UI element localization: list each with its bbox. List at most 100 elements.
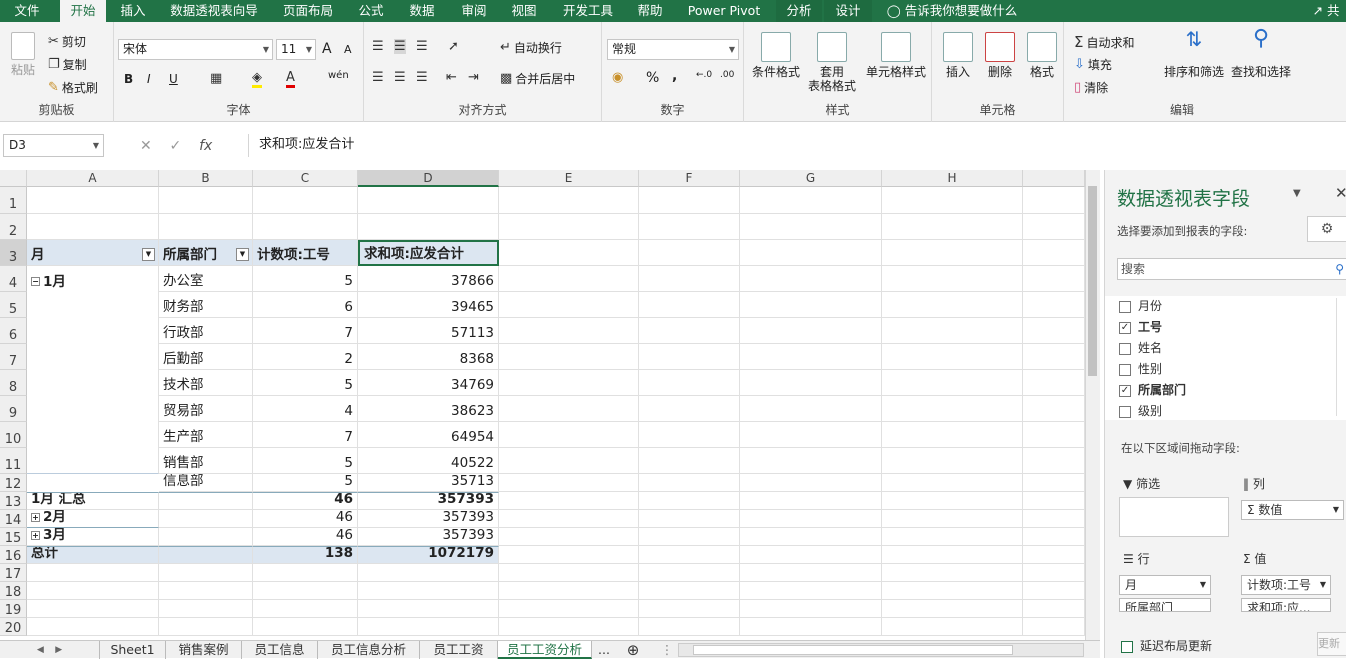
italic-button[interactable]: I [147,72,151,86]
cell[interactable] [882,582,1023,600]
cell[interactable] [499,448,639,474]
value-field-count[interactable]: 计数项:工号 ▼ [1241,575,1331,595]
tab-file[interactable]: 文件 [4,0,50,22]
tab-design[interactable]: 设计 [824,0,872,22]
accounting-button[interactable]: ◉ [612,70,623,85]
cell[interactable] [882,510,1023,528]
format-as-table-button[interactable]: 套用 表格格式 [804,32,860,93]
checkbox-icon[interactable] [1121,640,1133,653]
border-button[interactable]: ▦ [210,71,222,86]
pivot-header-month[interactable]: 月 ▼ [27,240,159,266]
cell[interactable] [740,510,882,528]
row-header[interactable]: 3 [0,240,27,266]
cell[interactable] [740,582,882,600]
split-handle[interactable]: ⋮ [660,641,674,659]
pivot-dept-name[interactable]: 销售部 [159,448,253,474]
cell[interactable] [639,618,740,636]
cell[interactable] [27,564,159,582]
pivot-dept-name[interactable]: 财务部 [159,292,253,318]
checkbox-icon[interactable] [1119,342,1131,355]
column-field-values[interactable]: Σ 数值 ▼ [1241,500,1344,520]
pivot-dept-name[interactable]: 信息部 [159,474,253,492]
cell[interactable] [499,292,639,318]
share-button[interactable]: ↗ 共 [1306,0,1346,22]
pivot-header-sum-selected[interactable]: 求和项:应发合计 [358,240,499,266]
checkbox-icon[interactable] [1119,300,1131,313]
cell[interactable] [499,214,639,240]
pivot-dept-name[interactable]: 生产部 [159,422,253,448]
cell[interactable] [253,564,358,582]
column-header[interactable] [1023,170,1085,187]
paste-button[interactable]: 粘贴 [6,32,40,77]
cell[interactable] [358,187,499,214]
tools-button[interactable]: ⚙ [1307,216,1346,242]
row-header[interactable]: 19 [0,600,27,618]
cell[interactable] [740,448,882,474]
cell[interactable] [1023,344,1085,370]
cell[interactable] [499,187,639,214]
pivot-grand-total-label[interactable]: 总计 [27,546,159,564]
cell[interactable] [499,528,639,546]
enter-icon[interactable]: ✓ [170,138,182,154]
field-item-name[interactable]: 姓名 [1119,338,1162,358]
cell[interactable] [639,422,740,448]
cell[interactable] [499,344,639,370]
sheet-tab[interactable]: 员工信息分析 [318,641,420,659]
cell[interactable] [358,564,499,582]
cell[interactable] [1023,564,1085,582]
tab-review[interactable]: 审阅 [454,0,494,22]
pivot-month-2-count[interactable]: 46 [253,510,358,528]
sheet-tab[interactable]: 员工信息 [242,641,318,659]
cell[interactable] [882,492,1023,510]
cell-styles-button[interactable]: 单元格样式 [862,32,930,79]
phonetic-button[interactable]: wén [328,70,349,81]
row-header[interactable]: 1 [0,187,27,214]
cell[interactable] [499,600,639,618]
row-header[interactable]: 18 [0,582,27,600]
cell[interactable] [639,528,740,546]
format-cells-button[interactable]: 格式 [1022,32,1062,79]
row-header[interactable]: 14 [0,510,27,528]
delete-cells-button[interactable]: 删除 [980,32,1020,79]
cut-button[interactable]: ✂ 剪切 [48,33,86,50]
cell[interactable] [639,187,740,214]
increase-decimal-button[interactable]: ←.0 [696,70,712,80]
collapse-icon[interactable]: − [31,277,40,286]
fill-button[interactable]: ⇩ 填充 [1074,56,1112,73]
fill-color-button[interactable]: ◈ [252,70,262,88]
row-header[interactable]: 11 [0,448,27,474]
cell[interactable] [639,318,740,344]
checkbox-icon[interactable] [1119,363,1131,376]
cell[interactable] [639,582,740,600]
cell[interactable] [882,318,1023,344]
cell[interactable] [499,546,639,564]
more-sheets[interactable]: ... [592,641,616,659]
cell[interactable] [1023,528,1085,546]
pivot-month-1[interactable]: −1月 [27,266,159,292]
checkbox-icon[interactable] [1119,405,1131,418]
tab-page-layout[interactable]: 页面布局 [276,0,340,22]
scrollbar-thumb[interactable] [693,645,1013,655]
copy-button[interactable]: ❐ 复制 [48,56,87,73]
cell[interactable] [740,240,882,266]
orientation-button[interactable]: ➚ [448,39,459,54]
value-field-sum[interactable]: 求和项:应... [1241,598,1331,612]
pivot-dept-name[interactable]: 办公室 [159,266,253,292]
pivot-dept-count[interactable]: 5 [253,370,358,396]
sheet-tab[interactable]: 销售案例 [166,641,242,659]
cell[interactable] [639,344,740,370]
pivot-dept-count[interactable]: 7 [253,422,358,448]
expand-icon[interactable]: + [31,531,40,540]
comma-button[interactable]: , [672,68,677,84]
cell[interactable] [358,600,499,618]
decrease-indent-button[interactable]: ⇤ [446,70,457,85]
cell[interactable] [499,564,639,582]
cell[interactable] [882,396,1023,422]
cell[interactable] [499,618,639,636]
tab-home[interactable]: 开始 [60,0,106,22]
cell[interactable] [639,510,740,528]
cell[interactable] [253,214,358,240]
row-header[interactable]: 8 [0,370,27,396]
cell[interactable] [882,528,1023,546]
select-all-corner[interactable] [0,170,27,187]
